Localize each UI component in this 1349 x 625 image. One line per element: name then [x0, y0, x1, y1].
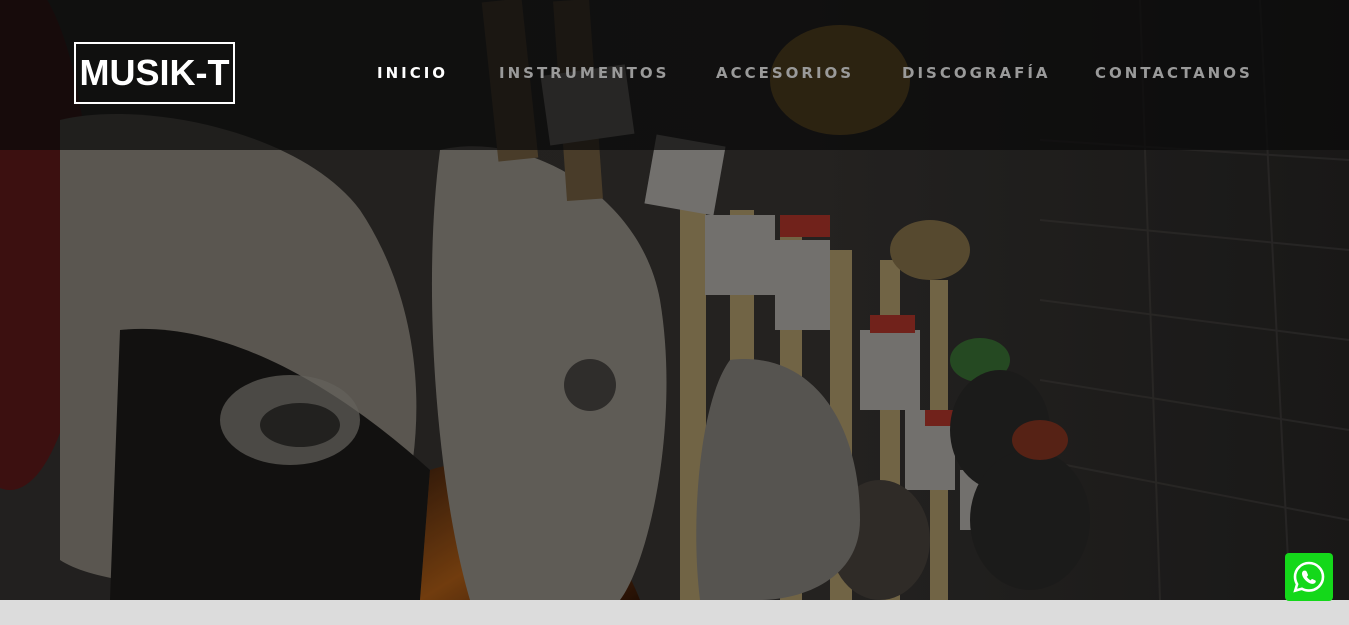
main-nav: INICIO INSTRUMENTOS ACCESORIOS DISCOGRAF…: [0, 62, 1349, 86]
top-navigation-bar: MUSIK-T INICIO INSTRUMENTOS ACCESORIOS D…: [0, 0, 1349, 150]
nav-item-accesorios[interactable]: ACCESORIOS: [716, 62, 854, 84]
nav-item-inicio[interactable]: INICIO: [377, 62, 448, 84]
nav-item-contactanos[interactable]: CONTACTANOS: [1095, 62, 1253, 84]
nav-item-discografia[interactable]: DISCOGRAFÍA: [902, 62, 1051, 84]
whatsapp-button[interactable]: [1285, 553, 1333, 601]
nav-item-instrumentos[interactable]: INSTRUMENTOS: [499, 62, 669, 84]
whatsapp-icon: [1293, 561, 1325, 593]
next-section-edge: [0, 600, 1349, 625]
